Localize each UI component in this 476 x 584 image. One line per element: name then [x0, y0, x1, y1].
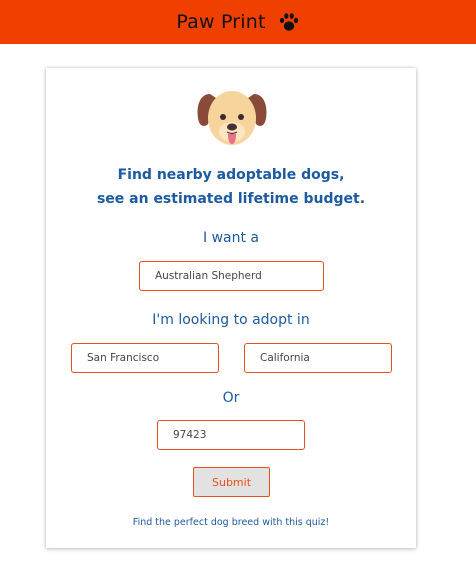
zip-input[interactable] — [157, 420, 305, 450]
location-label: I'm looking to adopt in — [152, 312, 310, 328]
search-card: Find nearby adoptable dogs, see an estim… — [46, 68, 416, 548]
breed-label: I want a — [203, 230, 259, 246]
paw-icon — [278, 11, 300, 33]
headline-line-2: see an estimated lifetime budget. — [96, 191, 366, 207]
dog-face-icon — [194, 84, 270, 154]
app-title: Paw Print — [176, 11, 266, 33]
or-label: Or — [222, 390, 240, 406]
city-input[interactable] — [71, 343, 219, 373]
submit-button[interactable]: Submit — [193, 467, 270, 497]
headline-line-1: Find nearby adoptable dogs, — [117, 167, 345, 183]
top-header-bar: Paw Print — [0, 0, 476, 44]
breed-quiz-link[interactable]: Find the perfect dog breed with this qui… — [46, 517, 416, 528]
breed-input[interactable] — [139, 261, 324, 291]
state-input[interactable] — [244, 343, 392, 373]
